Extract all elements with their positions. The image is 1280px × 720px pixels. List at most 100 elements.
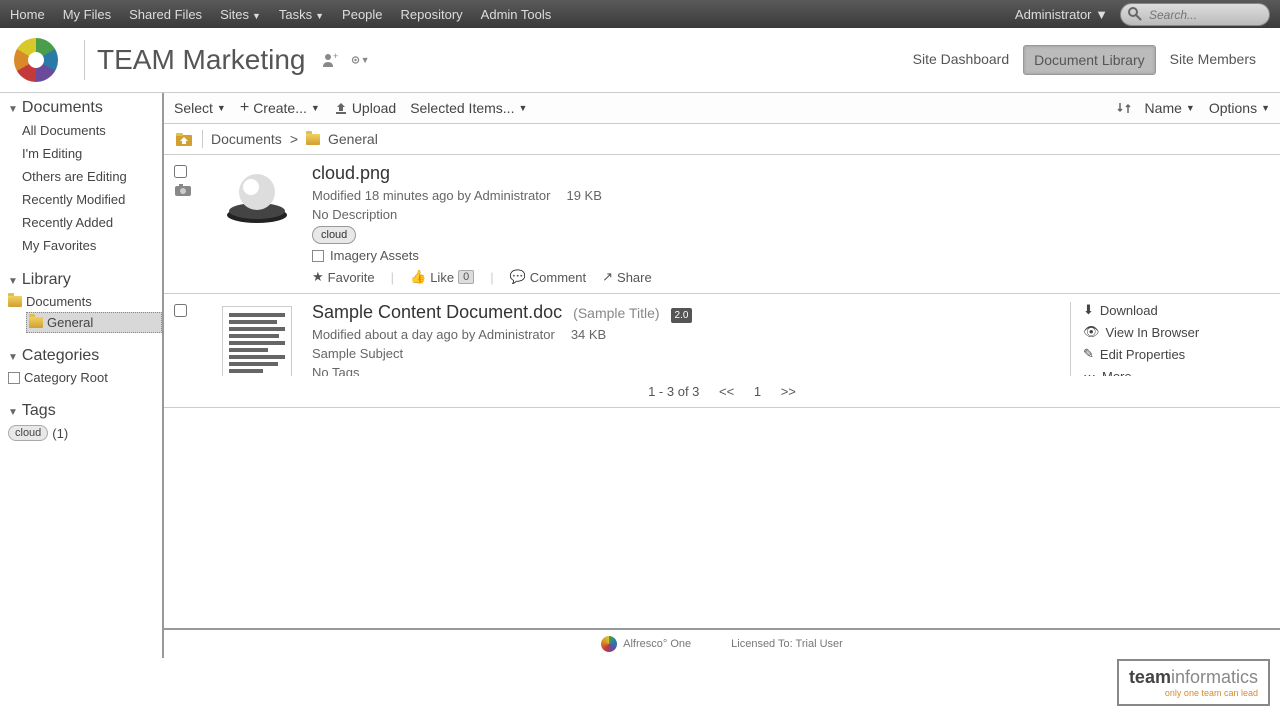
sidebar-documents-header[interactable]: Documents	[0, 93, 162, 119]
doc-title[interactable]: Sample Content Document.doc (Sample Titl…	[312, 302, 1070, 323]
search-icon	[1127, 6, 1143, 22]
pencil-icon: ✎	[1083, 346, 1094, 362]
pagination: 1 - 3 of 3 << 1 >>	[164, 376, 1280, 408]
tree-category-root[interactable]: Category Root	[8, 367, 162, 388]
breadcrumb-documents[interactable]: Documents	[211, 131, 282, 147]
doc-tags: No Tags	[312, 365, 1070, 376]
site-nav-doclib[interactable]: Document Library	[1023, 45, 1156, 75]
site-title: TEAM Marketing	[97, 44, 306, 76]
like-action[interactable]: 👍Like0	[410, 269, 474, 285]
options-button[interactable]: Options▼	[1209, 100, 1270, 116]
sidebar-categories-header[interactable]: Categories	[0, 341, 162, 367]
folder-icon	[306, 134, 320, 145]
doc-description: No Description	[312, 207, 1270, 222]
share-icon: ↗	[602, 269, 613, 285]
page-prev[interactable]: <<	[719, 384, 734, 399]
invite-users-icon[interactable]: +	[320, 50, 340, 70]
row-hover-actions: ⬇Download 👁View In Browser ✎Edit Propert…	[1070, 302, 1270, 376]
nav-repository[interactable]: Repository	[401, 7, 463, 22]
doc-row: cloud.png Modified 18 minutes ago by Adm…	[164, 155, 1280, 294]
doc-category: Imagery Assets	[312, 248, 1270, 263]
folder-icon	[29, 317, 43, 328]
more-icon: ⋯	[1083, 368, 1096, 376]
sidebar-recently-modified[interactable]: Recently Modified	[22, 188, 162, 211]
comment-action[interactable]: 💬Comment	[510, 269, 587, 285]
sort-toggle-icon[interactable]	[1117, 101, 1131, 115]
breadcrumb-sep: >	[290, 131, 298, 147]
nav-admintools[interactable]: Admin Tools	[481, 7, 552, 22]
footer-product: Alfresco° One	[601, 636, 691, 652]
folder-icon	[8, 296, 22, 307]
gear-icon[interactable]: ▼	[350, 50, 370, 70]
breadcrumb-general[interactable]: General	[328, 131, 378, 147]
camera-icon[interactable]	[174, 183, 192, 197]
selected-items-button[interactable]: Selected Items...▼	[410, 100, 527, 116]
doc-toolbar: Select▼ +Create...▼ Upload Selected Item…	[164, 93, 1280, 124]
footer: Alfresco° One Licensed To: Trial User	[164, 628, 1280, 658]
tag-cloud[interactable]: cloud(1)	[8, 422, 162, 444]
nav-people[interactable]: People	[342, 7, 382, 22]
tree-general[interactable]: General	[26, 312, 162, 333]
up-folder-icon[interactable]	[174, 131, 194, 147]
nav-sites[interactable]: Sites▼	[220, 7, 261, 22]
site-nav: Site Dashboard Document Library Site Mem…	[903, 45, 1266, 75]
top-nav-bar: Home My Files Shared Files Sites▼ Tasks▼…	[0, 0, 1280, 28]
version-badge: 2.0	[671, 308, 693, 323]
top-nav-right: Administrator ▼	[1015, 3, 1270, 26]
more-action[interactable]: ⋯More...	[1083, 368, 1270, 376]
search-input[interactable]	[1149, 8, 1259, 22]
sidebar-tags-header[interactable]: Tags	[0, 396, 162, 422]
footer-license: Licensed To: Trial User	[731, 638, 843, 650]
page-next[interactable]: >>	[781, 384, 796, 399]
tag-icon	[8, 372, 20, 384]
star-icon: ★	[312, 269, 324, 285]
sidebar-recently-added[interactable]: Recently Added	[22, 211, 162, 234]
doc-title[interactable]: cloud.png	[312, 163, 1270, 184]
nav-tasks[interactable]: Tasks▼	[279, 7, 324, 22]
doc-subtitle: (Sample Title)	[573, 305, 659, 321]
site-nav-dashboard[interactable]: Site Dashboard	[903, 45, 1020, 75]
row-checkbox[interactable]	[174, 165, 187, 178]
thumbnail[interactable]	[202, 302, 312, 376]
nav-home[interactable]: Home	[10, 7, 45, 22]
site-header: TEAM Marketing + ▼ Site Dashboard Docume…	[0, 28, 1280, 93]
share-action[interactable]: ↗Share	[602, 269, 652, 285]
comment-icon: 💬	[510, 269, 526, 285]
tree-documents[interactable]: Documents	[8, 291, 162, 312]
doc-row: Sample Content Document.doc (Sample Titl…	[164, 294, 1280, 376]
site-nav-members[interactable]: Site Members	[1160, 45, 1266, 75]
category-icon	[312, 250, 324, 262]
nav-myfiles[interactable]: My Files	[63, 7, 111, 22]
sort-button[interactable]: Name▼	[1145, 100, 1195, 116]
upload-button[interactable]: Upload	[334, 100, 396, 116]
page-range: 1 - 3 of 3	[648, 384, 699, 399]
row-checkbox[interactable]	[174, 304, 187, 317]
user-menu[interactable]: Administrator ▼	[1015, 7, 1108, 22]
document-list: cloud.png Modified 18 minutes ago by Adm…	[164, 155, 1280, 376]
download-icon: ⬇	[1083, 302, 1094, 318]
thumbsup-icon: 👍	[410, 269, 426, 285]
create-button[interactable]: +Create...▼	[240, 99, 320, 117]
breadcrumb: Documents > General	[164, 124, 1280, 155]
doc-tag[interactable]: cloud	[312, 226, 356, 244]
eye-icon: 👁	[1083, 324, 1100, 340]
sidebar-all-documents[interactable]: All Documents	[22, 119, 162, 142]
thumbnail[interactable]	[202, 163, 312, 285]
select-button[interactable]: Select▼	[174, 100, 226, 116]
sidebar-others-editing[interactable]: Others are Editing	[22, 165, 162, 188]
favorite-action[interactable]: ★Favorite	[312, 269, 375, 285]
doc-modified: Modified about a day ago by Administrato…	[312, 327, 1070, 342]
app-logo	[14, 38, 58, 82]
nav-sharedfiles[interactable]: Shared Files	[129, 7, 202, 22]
sidebar-my-favorites[interactable]: My Favorites	[22, 234, 162, 257]
top-nav-left: Home My Files Shared Files Sites▼ Tasks▼…	[10, 7, 551, 22]
view-browser-action[interactable]: 👁View In Browser	[1083, 324, 1270, 340]
page-current[interactable]: 1	[754, 384, 761, 399]
download-action[interactable]: ⬇Download	[1083, 302, 1270, 318]
brand-watermark: teaminformatics only one team can lead	[1117, 659, 1270, 706]
sidebar-im-editing[interactable]: I'm Editing	[22, 142, 162, 165]
sidebar-library-header[interactable]: Library	[0, 265, 162, 291]
search-box[interactable]	[1120, 3, 1270, 26]
edit-properties-action[interactable]: ✎Edit Properties	[1083, 346, 1270, 362]
upload-icon	[334, 101, 348, 115]
